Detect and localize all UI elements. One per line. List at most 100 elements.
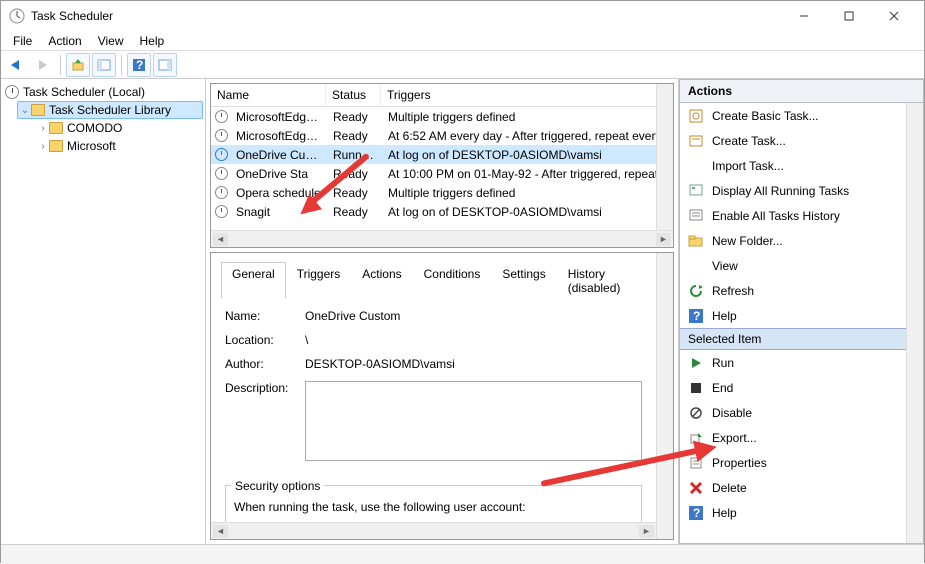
tab-settings[interactable]: Settings	[491, 262, 556, 299]
main: Task Scheduler (Local) ⌄ Task Scheduler …	[1, 79, 924, 544]
cell-status: Ready	[327, 129, 382, 143]
action-create-basic-task[interactable]: Create Basic Task...	[680, 103, 923, 128]
new-folder-icon	[688, 233, 704, 249]
forward-button[interactable]	[31, 53, 55, 77]
folder-icon	[31, 104, 45, 116]
description-box[interactable]	[305, 381, 642, 461]
action-label: End	[712, 381, 733, 395]
menu-action[interactable]: Action	[40, 32, 89, 50]
action-help[interactable]: ?Help	[680, 303, 923, 328]
expander-icon[interactable]: ›	[37, 141, 49, 152]
toolbar: ?	[1, 51, 924, 79]
display-running-icon	[688, 183, 704, 199]
cell-status: Ready	[327, 110, 382, 124]
svg-text:?: ?	[693, 309, 700, 323]
close-button[interactable]	[871, 1, 916, 31]
actions-vscroll[interactable]	[906, 103, 923, 543]
cell-status: Ready	[327, 205, 382, 219]
col-triggers[interactable]: Triggers	[381, 84, 673, 106]
list-body: MicrosoftEdgeU...ReadyMultiple triggers …	[211, 107, 673, 230]
disable-icon	[688, 405, 704, 421]
tab-history[interactable]: History (disabled)	[557, 262, 646, 299]
action-enable-history[interactable]: Enable All Tasks History	[680, 203, 923, 228]
menu-help[interactable]: Help	[132, 32, 173, 50]
col-name[interactable]: Name	[211, 84, 326, 106]
minimize-button[interactable]	[781, 1, 826, 31]
detail-body: Name:OneDrive Custom Location:\ Author:D…	[221, 299, 646, 533]
scroll-right-icon[interactable]: ►	[656, 233, 671, 246]
tab-conditions[interactable]: Conditions	[413, 262, 492, 299]
menu-file[interactable]: File	[5, 32, 40, 50]
action-run[interactable]: Run	[680, 350, 923, 375]
task-list: Name Status Triggers MicrosoftEdgeU...Re…	[210, 83, 674, 248]
action-new-folder[interactable]: New Folder...	[680, 228, 923, 253]
security-text: When running the task, use the following…	[234, 500, 633, 514]
action-display-running[interactable]: Display All Running Tasks	[680, 178, 923, 203]
action-label: Export...	[712, 431, 757, 445]
action-delete[interactable]: Delete	[680, 475, 923, 500]
tab-actions[interactable]: Actions	[351, 262, 412, 299]
name-value: OneDrive Custom	[305, 309, 642, 323]
cell-triggers: At log on of DESKTOP-0ASIOMD\vamsi	[382, 148, 673, 162]
tree-library[interactable]: ⌄ Task Scheduler Library	[17, 101, 203, 119]
tree-child-microsoft[interactable]: › Microsoft	[35, 137, 203, 155]
selected-item-header: Selected Item▴	[680, 328, 923, 350]
actions-body: Create Basic Task... Create Task... Impo…	[680, 103, 924, 544]
action-view[interactable]: View▸	[680, 253, 923, 278]
center-pane: Name Status Triggers MicrosoftEdgeU...Re…	[206, 79, 679, 544]
scroll-left-icon[interactable]: ◄	[213, 233, 228, 246]
statusbar	[1, 544, 924, 564]
detail-hscroll[interactable]: ◄►	[211, 522, 656, 539]
tree-child-comodo[interactable]: › COMODO	[35, 119, 203, 137]
action-end[interactable]: End	[680, 375, 923, 400]
action-import-task[interactable]: Import Task...	[680, 153, 923, 178]
tab-triggers[interactable]: Triggers	[286, 262, 352, 299]
view-icon	[688, 258, 704, 274]
list-hscroll[interactable]: ◄►	[211, 230, 673, 247]
task-row[interactable]: OneDrive StaReadyAt 10:00 PM on 01-May-9…	[211, 164, 673, 183]
scroll-left-icon[interactable]: ◄	[213, 525, 228, 538]
task-row[interactable]: OneDrive CustomRunningAt log on of DESKT…	[211, 145, 673, 164]
tree-child-label: Microsoft	[67, 139, 116, 153]
author-label: Author:	[225, 357, 305, 371]
security-options-label: Security options	[231, 479, 324, 493]
maximize-button[interactable]	[826, 1, 871, 31]
scroll-right-icon[interactable]: ►	[639, 525, 654, 538]
col-status[interactable]: Status	[326, 84, 381, 106]
back-button[interactable]	[5, 53, 29, 77]
up-button[interactable]	[66, 53, 90, 77]
task-row[interactable]: MicrosoftEdgeU...ReadyAt 6:52 AM every d…	[211, 126, 673, 145]
tab-general[interactable]: General	[221, 262, 286, 299]
list-vscroll[interactable]	[656, 84, 673, 230]
clock-icon	[215, 110, 228, 123]
help-button[interactable]: ?	[127, 53, 151, 77]
cell-triggers: Multiple triggers defined	[382, 186, 673, 200]
create-task-icon	[688, 133, 704, 149]
task-row[interactable]: Opera scheduleReadyMultiple triggers def…	[211, 183, 673, 202]
toolbar-separator	[121, 55, 122, 75]
cell-triggers: At 10:00 PM on 01-May-92 - After trigger…	[382, 167, 673, 181]
action-create-task[interactable]: Create Task...	[680, 128, 923, 153]
action-help-2[interactable]: ?Help	[680, 500, 923, 525]
expander-icon[interactable]: ›	[37, 123, 49, 134]
action-disable[interactable]: Disable	[680, 400, 923, 425]
toolbar-separator	[60, 55, 61, 75]
show-hide-action-button[interactable]	[153, 53, 177, 77]
action-label: Properties	[712, 456, 767, 470]
menu-view[interactable]: View	[90, 32, 132, 50]
show-hide-tree-button[interactable]	[92, 53, 116, 77]
action-label: Refresh	[712, 284, 754, 298]
actions-header: Actions	[680, 79, 924, 103]
expander-icon[interactable]: ⌄	[19, 105, 31, 116]
run-icon	[688, 355, 704, 371]
task-row[interactable]: SnagitReadyAt log on of DESKTOP-0ASIOMD\…	[211, 202, 673, 221]
task-row[interactable]: MicrosoftEdgeU...ReadyMultiple triggers …	[211, 107, 673, 126]
folder-icon	[49, 122, 63, 134]
tree-pane[interactable]: Task Scheduler (Local) ⌄ Task Scheduler …	[1, 79, 206, 544]
action-label: Import Task...	[712, 159, 784, 173]
tree-root[interactable]: Task Scheduler (Local)	[3, 83, 203, 101]
annotation-arrow-head	[693, 436, 719, 462]
location-label: Location:	[225, 333, 305, 347]
detail-vscroll[interactable]	[656, 253, 673, 539]
action-refresh[interactable]: Refresh	[680, 278, 923, 303]
